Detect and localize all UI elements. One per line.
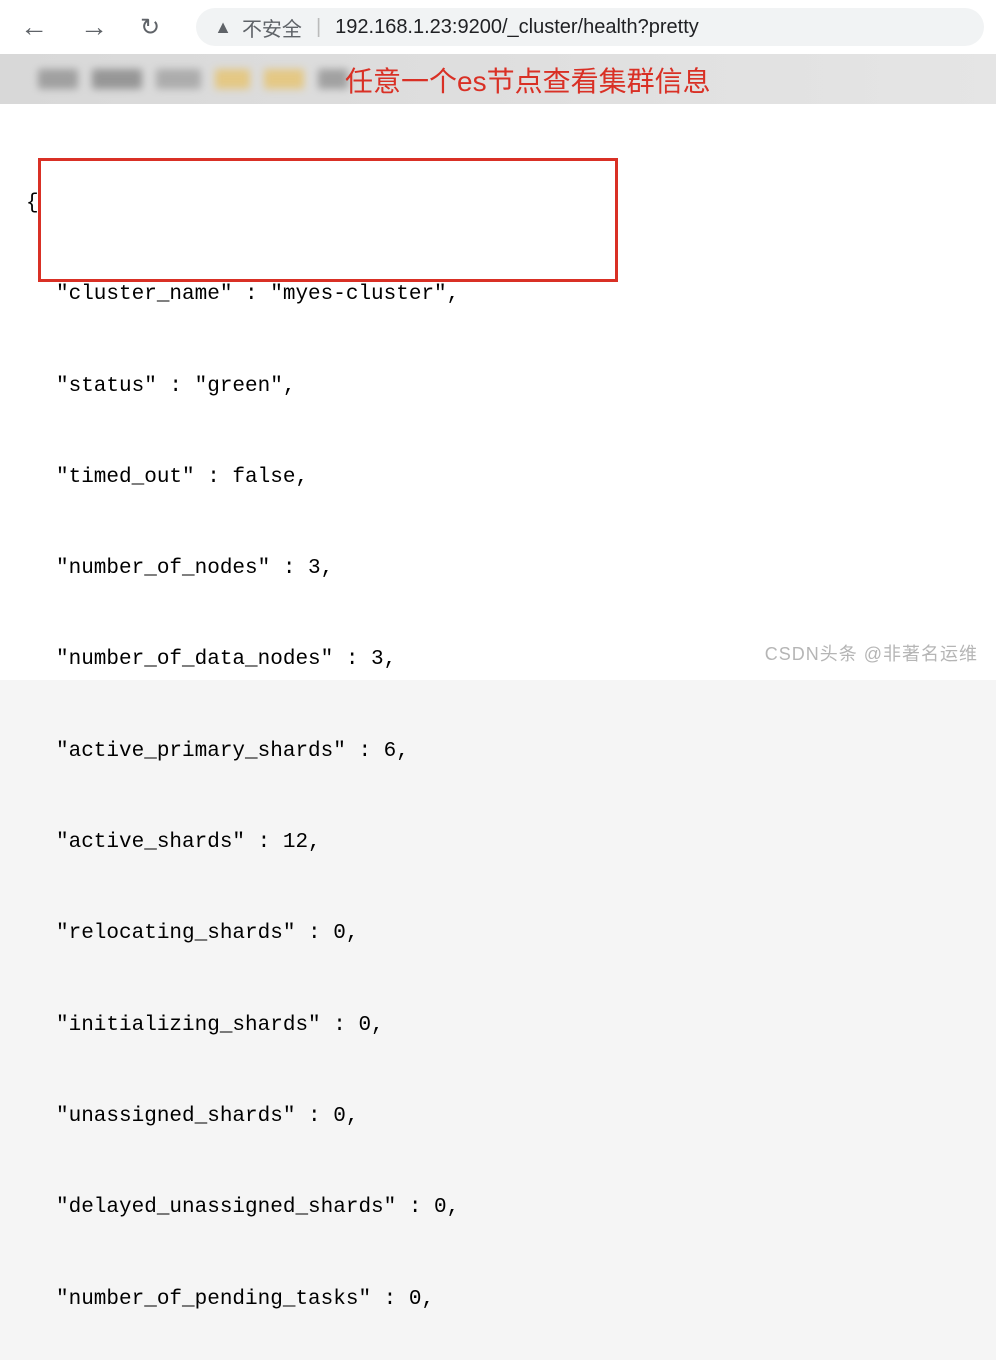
- page-content: { "cluster_name" : "myes-cluster", "stat…: [0, 104, 996, 680]
- warning-icon: ▲: [214, 17, 232, 38]
- json-line: "timed_out" : false,: [8, 463, 988, 493]
- security-status: 不安全: [242, 13, 302, 42]
- forward-arrow-icon[interactable]: →: [72, 7, 116, 47]
- divider: |: [316, 16, 321, 39]
- browser-toolbar: ← → ↻ ▲ 不安全 | 192.168.1.23:9200/_cluster…: [0, 0, 996, 54]
- json-line: "status" : "green",: [8, 372, 988, 402]
- url-text: 192.168.1.23:9200/_cluster/health?pretty: [335, 16, 699, 39]
- address-bar[interactable]: ▲ 不安全 | 192.168.1.23:9200/_cluster/healt…: [196, 8, 984, 46]
- json-line: "number_of_nodes" : 3,: [8, 554, 988, 584]
- json-line: "active_primary_shards" : 6,: [8, 737, 988, 767]
- tab-strip: 任意一个es节点查看集群信息: [0, 54, 996, 104]
- json-response: { "cluster_name" : "myes-cluster", "stat…: [8, 128, 988, 1360]
- blurred-tabs: [0, 69, 348, 89]
- watermark: CSDN头条 @非著名运维: [765, 640, 978, 666]
- json-open: {: [8, 189, 988, 219]
- annotation-text: 任意一个es节点查看集群信息: [345, 60, 711, 100]
- json-line: "delayed_unassigned_shards" : 0,: [8, 1193, 988, 1223]
- json-line: "active_shards" : 12,: [8, 828, 988, 858]
- json-line: "number_of_pending_tasks" : 0,: [8, 1285, 988, 1315]
- reload-icon[interactable]: ↻: [132, 9, 168, 46]
- back-arrow-icon[interactable]: ←: [12, 7, 56, 47]
- json-line: "relocating_shards" : 0,: [8, 919, 988, 949]
- json-line: "cluster_name" : "myes-cluster",: [8, 280, 988, 310]
- json-line: "initializing_shards" : 0,: [8, 1011, 988, 1041]
- json-line: "unassigned_shards" : 0,: [8, 1102, 988, 1132]
